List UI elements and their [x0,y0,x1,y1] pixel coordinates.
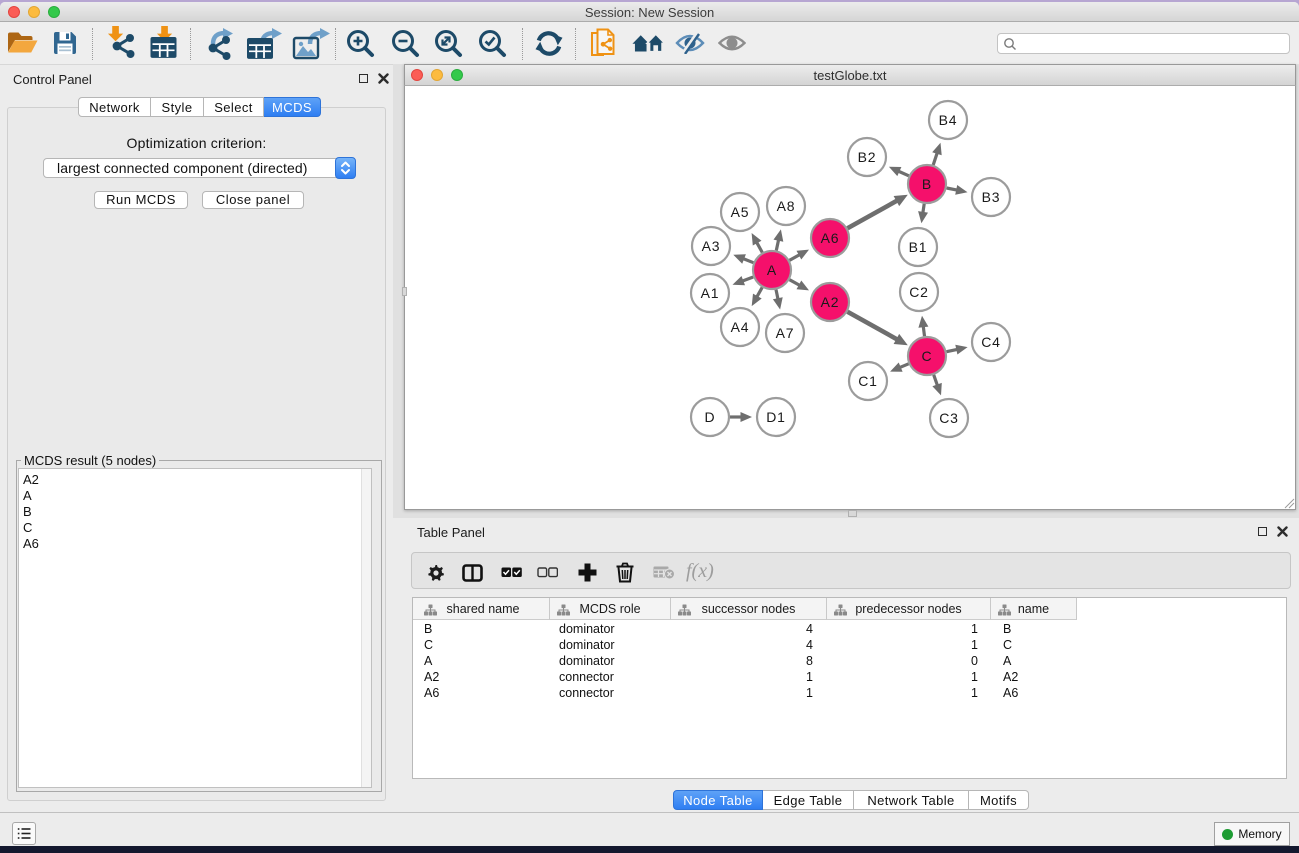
svg-text:C: C [922,348,933,364]
svg-text:C4: C4 [981,334,1001,350]
svg-text:A1: A1 [701,285,720,301]
svg-text:D: D [705,409,716,425]
svg-text:C3: C3 [939,410,959,426]
svg-text:B3: B3 [982,189,1001,205]
svg-text:A2: A2 [821,294,840,310]
svg-text:D1: D1 [766,409,786,425]
svg-text:A6: A6 [821,230,840,246]
svg-text:B4: B4 [939,112,958,128]
svg-text:A8: A8 [777,198,796,214]
svg-text:B2: B2 [858,149,877,165]
svg-text:A5: A5 [731,204,750,220]
svg-text:B1: B1 [909,239,928,255]
svg-text:A: A [767,262,777,278]
svg-text:C2: C2 [909,284,929,300]
svg-text:C1: C1 [858,373,878,389]
svg-text:A3: A3 [702,238,721,254]
svg-text:A4: A4 [731,319,750,335]
svg-text:A7: A7 [776,325,795,341]
svg-text:B: B [922,176,932,192]
